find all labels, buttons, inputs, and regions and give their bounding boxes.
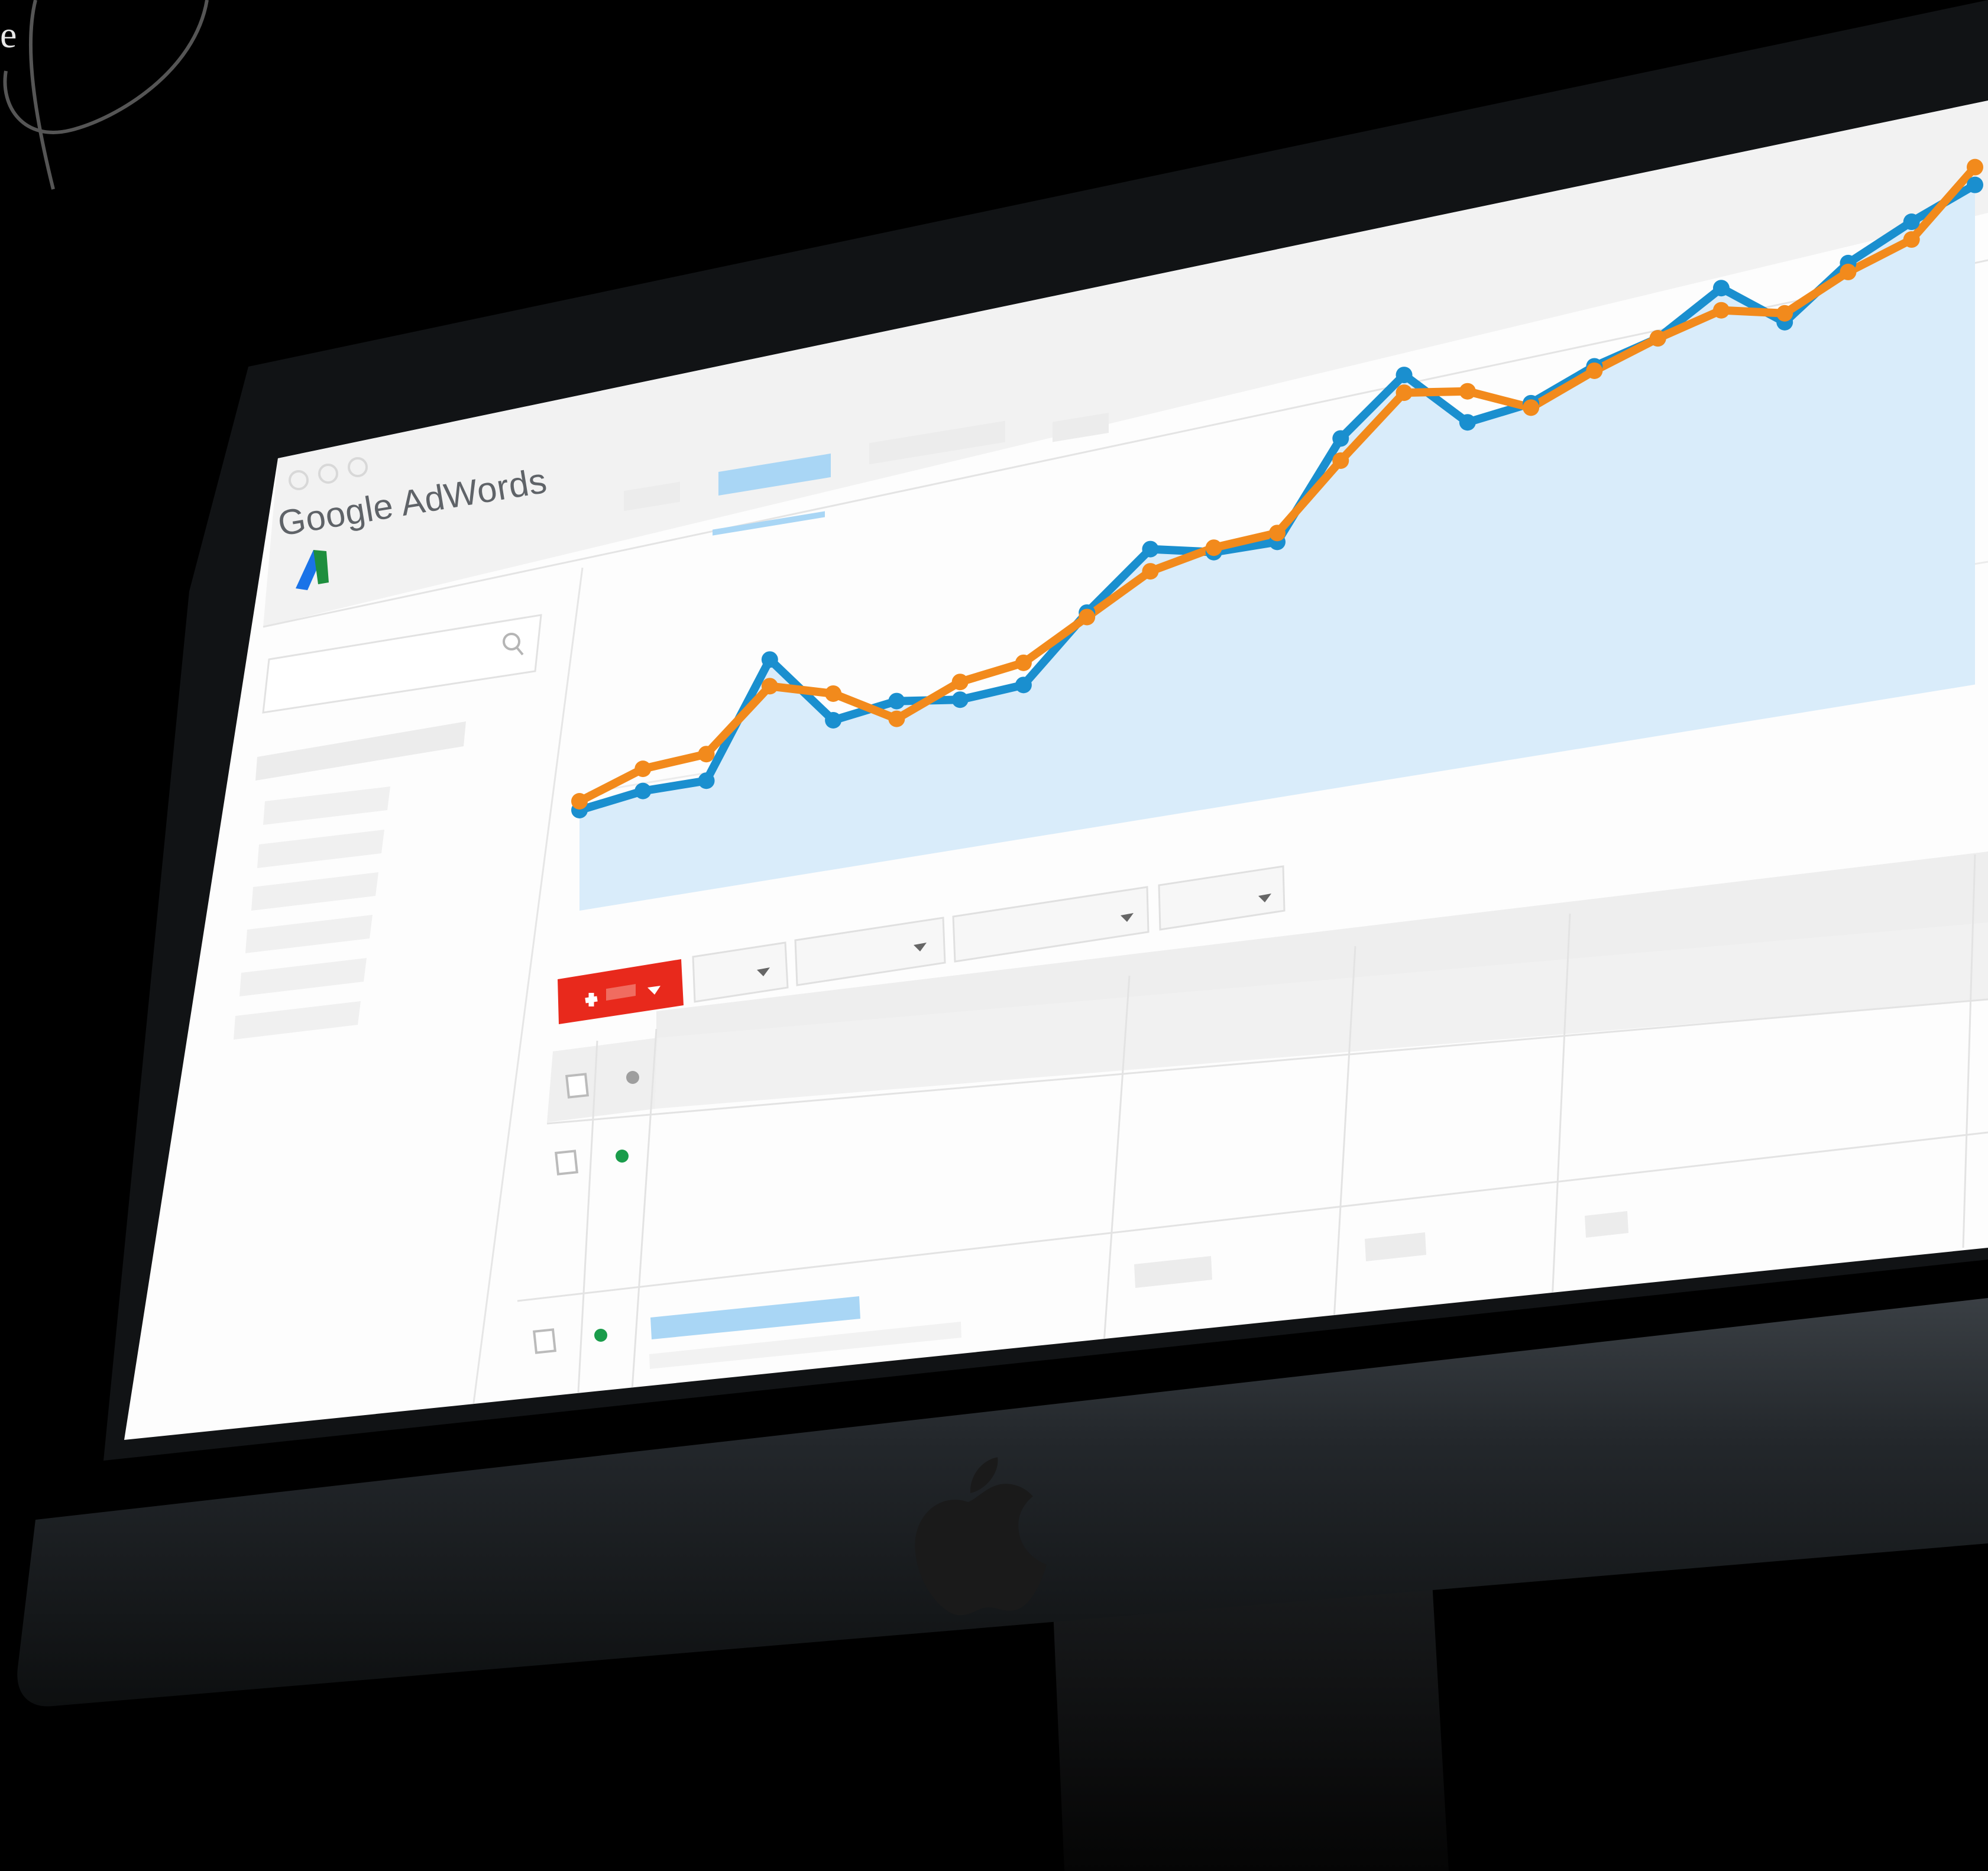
series-b-point-6[interactable] xyxy=(888,710,905,727)
series-b-point-8[interactable] xyxy=(1015,654,1032,671)
series-a-point-2[interactable] xyxy=(634,782,652,799)
series-a-point-6[interactable] xyxy=(888,692,905,710)
table-header-checkbox-cell xyxy=(547,1038,658,1122)
series-b-point-11[interactable] xyxy=(1205,539,1222,556)
series-b-point-3[interactable] xyxy=(698,746,715,763)
series-a-point-23[interactable] xyxy=(1967,176,1983,193)
series-a-point-14[interactable] xyxy=(1396,367,1413,384)
series-b-point-19[interactable] xyxy=(1712,302,1730,319)
series-a-point-8[interactable] xyxy=(1015,676,1032,694)
series-a-point-13[interactable] xyxy=(1332,430,1349,447)
series-a-point-4[interactable] xyxy=(761,651,778,668)
series-b-point-23[interactable] xyxy=(1967,158,1983,176)
series-b-point-5[interactable] xyxy=(825,685,842,702)
decorative-swirl xyxy=(3,0,209,190)
series-a-point-3[interactable] xyxy=(698,772,715,789)
series-b-point-20[interactable] xyxy=(1776,305,1793,322)
series-b-point-17[interactable] xyxy=(1586,362,1603,379)
series-b-point-16[interactable] xyxy=(1523,399,1540,416)
series-b-point-2[interactable] xyxy=(634,760,652,778)
row-2-status-icon xyxy=(594,1329,607,1342)
row-1-status-icon xyxy=(616,1150,629,1163)
series-a-point-19[interactable] xyxy=(1712,280,1730,297)
series-a-point-7[interactable] xyxy=(951,691,969,708)
series-a-point-10[interactable] xyxy=(1142,540,1159,558)
series-b-point-1[interactable] xyxy=(571,793,588,810)
series-b-point-13[interactable] xyxy=(1332,452,1349,469)
series-b-point-22[interactable] xyxy=(1903,231,1920,248)
imac-scene xyxy=(3,0,1988,1871)
series-b-point-21[interactable] xyxy=(1840,263,1857,280)
series-b-point-18[interactable] xyxy=(1649,330,1666,347)
series-b-point-10[interactable] xyxy=(1142,563,1159,580)
header-checkbox[interactable] xyxy=(565,1073,589,1099)
series-b-point-4[interactable] xyxy=(761,678,778,695)
series-b-point-15[interactable] xyxy=(1459,383,1476,400)
series-a-point-15[interactable] xyxy=(1459,414,1476,431)
series-b-point-12[interactable] xyxy=(1269,525,1286,542)
series-a-point-5[interactable] xyxy=(825,711,842,729)
series-a-point-22[interactable] xyxy=(1903,213,1920,231)
series-b-point-9[interactable] xyxy=(1079,608,1096,626)
status-header-icon xyxy=(626,1071,639,1084)
series-b-point-7[interactable] xyxy=(951,674,969,691)
row-1-checkbox[interactable] xyxy=(555,1150,578,1176)
row-2-checkbox[interactable] xyxy=(533,1328,556,1354)
series-b-point-14[interactable] xyxy=(1396,384,1413,402)
